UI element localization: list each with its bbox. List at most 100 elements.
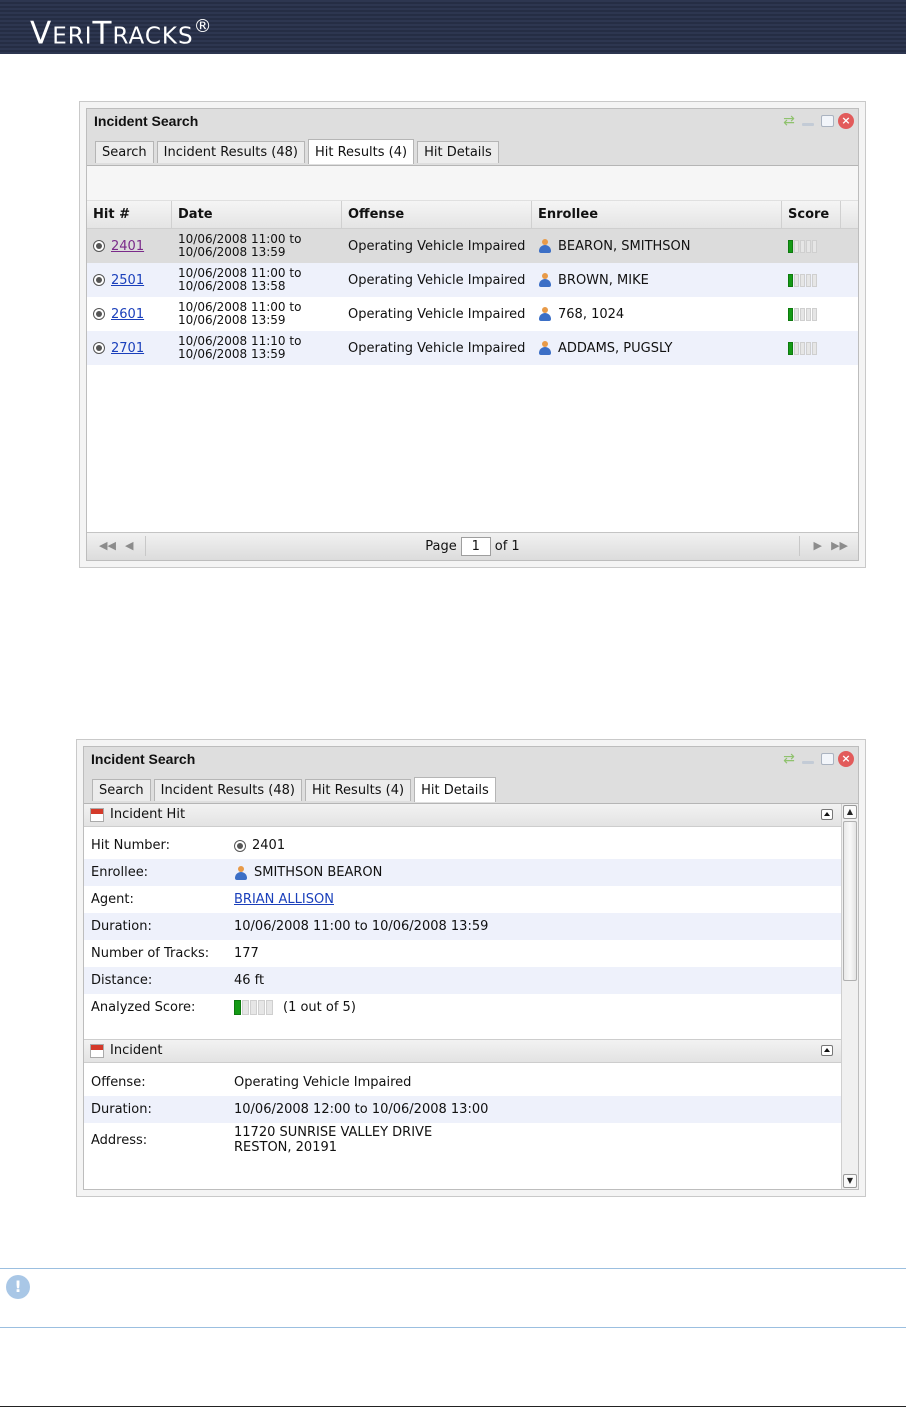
note-box: ! (0, 1268, 906, 1328)
grid-header: Hit # Date Offense Enrollee Score (87, 201, 858, 229)
address-line-1: 11720 SUNRISE VALLEY DRIVE (234, 1125, 433, 1140)
tab-hit-results[interactable]: Hit Results (4) (304, 779, 412, 801)
tip-icon: ! (6, 1275, 30, 1299)
maximize-icon[interactable] (819, 113, 835, 129)
agent-link[interactable]: BRIAN ALLISON (234, 892, 334, 907)
tab-bar: Search Incident Results (48) Hit Results… (95, 139, 499, 164)
page-label: Page (425, 539, 457, 554)
detail-label: Offense: (91, 1075, 146, 1090)
person-icon (538, 341, 552, 355)
person-icon (538, 307, 552, 321)
table-row[interactable]: 2501 10/06/2008 11:00 to 10/06/2008 13:58… (87, 263, 858, 297)
window-title: Incident Search (91, 751, 196, 767)
page-number-input[interactable]: 1 (460, 537, 491, 556)
col-header-enrollee[interactable]: Enrollee (532, 201, 782, 228)
col-header-hit[interactable]: Hit # (87, 201, 172, 228)
detail-label: Analyzed Score: (91, 1000, 196, 1015)
offense-cell: Operating Vehicle Impaired (348, 238, 526, 254)
address-line-2: RESTON, 20191 (234, 1140, 338, 1155)
next-page-icon[interactable]: ▶ (814, 539, 822, 552)
hit-link[interactable]: 2401 (111, 239, 144, 254)
hit-link[interactable]: 2701 (111, 341, 144, 356)
hit-link[interactable]: 2501 (111, 273, 144, 288)
col-header-score[interactable]: Score (782, 201, 841, 228)
detail-value: SMITHSON BEARON (254, 865, 383, 880)
minimize-icon[interactable] (800, 751, 816, 767)
pagination-bar: ◀◀ ◀ Page 1 of 1 ▶ ▶▶ (87, 532, 858, 560)
tab-hit-details[interactable]: Hit Details (414, 777, 496, 802)
collapse-icon[interactable] (821, 809, 833, 820)
offense-cell: Operating Vehicle Impaired (348, 340, 526, 356)
enrollee-name: BEARON, SMITHSON (558, 238, 691, 254)
hit-details-panel: Incident Hit Hit Number: 2401 Enrollee: … (84, 803, 858, 1189)
section-header-incident[interactable]: Incident (84, 1039, 841, 1063)
grid-toolbar (87, 166, 858, 201)
detail-row-enrollee: Enrollee: SMITHSON BEARON (84, 859, 841, 886)
enrollee-name: 768, 1024 (558, 306, 625, 322)
table-row[interactable]: 2601 10/06/2008 11:00 to 10/06/2008 13:59… (87, 297, 858, 331)
page-total: of 1 (494, 539, 520, 554)
window-tools: ⇄ × (781, 750, 854, 768)
refresh-icon[interactable]: ⇄ (781, 751, 797, 767)
tab-bar: Search Incident Results (48) Hit Results… (92, 777, 496, 802)
score-meter (788, 273, 839, 287)
detail-row-hit-number: Hit Number: 2401 (84, 832, 841, 859)
detail-value: 2401 (252, 838, 286, 853)
detail-row-score: Analyzed Score: (1 out of 5) (84, 994, 841, 1021)
calendar-icon (90, 808, 104, 822)
tab-hit-results[interactable]: Hit Results (4) (307, 139, 415, 164)
minimize-icon[interactable] (800, 113, 816, 129)
close-icon[interactable]: × (838, 751, 854, 767)
score-meter (788, 307, 839, 321)
detail-label: Distance: (91, 973, 153, 988)
detail-value: 46 ft (234, 973, 265, 988)
window-tools: ⇄ × (781, 112, 854, 130)
tab-search[interactable]: Search (95, 141, 154, 163)
detail-value: 10/06/2008 11:00 to 10/06/2008 13:59 (234, 919, 489, 934)
hit-results-panel: Hit # Date Offense Enrollee Score 2401 1… (87, 165, 858, 560)
section-title: Incident Hit (110, 807, 186, 822)
collapse-icon[interactable] (821, 1045, 833, 1056)
table-row[interactable]: 2401 10/06/2008 11:00 to 10/06/2008 13:59… (87, 229, 858, 263)
close-icon[interactable]: × (838, 113, 854, 129)
person-icon (538, 239, 552, 253)
detail-label: Agent: (91, 892, 134, 907)
offense-cell: Operating Vehicle Impaired (348, 306, 526, 322)
maximize-icon[interactable] (819, 751, 835, 767)
detail-row-agent: Agent: BRIAN ALLISON (84, 886, 841, 913)
date-end: 10/06/2008 13:59 (178, 347, 286, 361)
vertical-scrollbar[interactable]: ▲ ▼ (841, 804, 858, 1189)
refresh-icon[interactable]: ⇄ (781, 113, 797, 129)
col-header-offense[interactable]: Offense (342, 201, 532, 228)
tab-incident-results[interactable]: Incident Results (48) (153, 779, 302, 801)
date-end: 10/06/2008 13:58 (178, 279, 286, 293)
date-end: 10/06/2008 13:59 (178, 245, 286, 259)
scroll-thumb[interactable] (843, 821, 857, 981)
scroll-up-icon[interactable]: ▲ (843, 805, 857, 819)
header-banner: VERITRACKS® (0, 0, 906, 54)
date-end: 10/06/2008 13:59 (178, 313, 286, 327)
detail-row-tracks: Number of Tracks: 177 (84, 940, 841, 967)
hit-radio-icon (93, 342, 105, 354)
tab-incident-results[interactable]: Incident Results (48) (156, 141, 305, 163)
detail-row-duration: Duration: 10/06/2008 12:00 to 10/06/2008… (84, 1096, 841, 1123)
section-title: Incident (110, 1043, 163, 1058)
col-header-date[interactable]: Date (172, 201, 342, 228)
tab-hit-details[interactable]: Hit Details (417, 141, 499, 163)
detail-row-offense: Offense: Operating Vehicle Impaired (84, 1069, 841, 1096)
last-page-icon[interactable]: ▶▶ (831, 539, 848, 552)
hit-link[interactable]: 2601 (111, 307, 144, 322)
detail-label: Hit Number: (91, 838, 170, 853)
details-body: Incident Hit Hit Number: 2401 Enrollee: … (84, 804, 841, 1157)
detail-value: (1 out of 5) (283, 1000, 356, 1015)
offense-cell: Operating Vehicle Impaired (348, 272, 526, 288)
table-row[interactable]: 2701 10/06/2008 11:10 to 10/06/2008 13:59… (87, 331, 858, 365)
detail-row-distance: Distance: 46 ft (84, 967, 841, 994)
tab-search[interactable]: Search (92, 779, 151, 801)
section-header-incident-hit[interactable]: Incident Hit (84, 804, 841, 827)
incident-search-window-hit-details: Incident Search ⇄ × Search Incident Resu… (76, 739, 866, 1197)
scroll-down-icon[interactable]: ▼ (843, 1174, 857, 1188)
enrollee-name: ADDAMS, PUGSLY (558, 340, 673, 356)
person-icon (234, 865, 248, 880)
calendar-icon (90, 1044, 104, 1058)
